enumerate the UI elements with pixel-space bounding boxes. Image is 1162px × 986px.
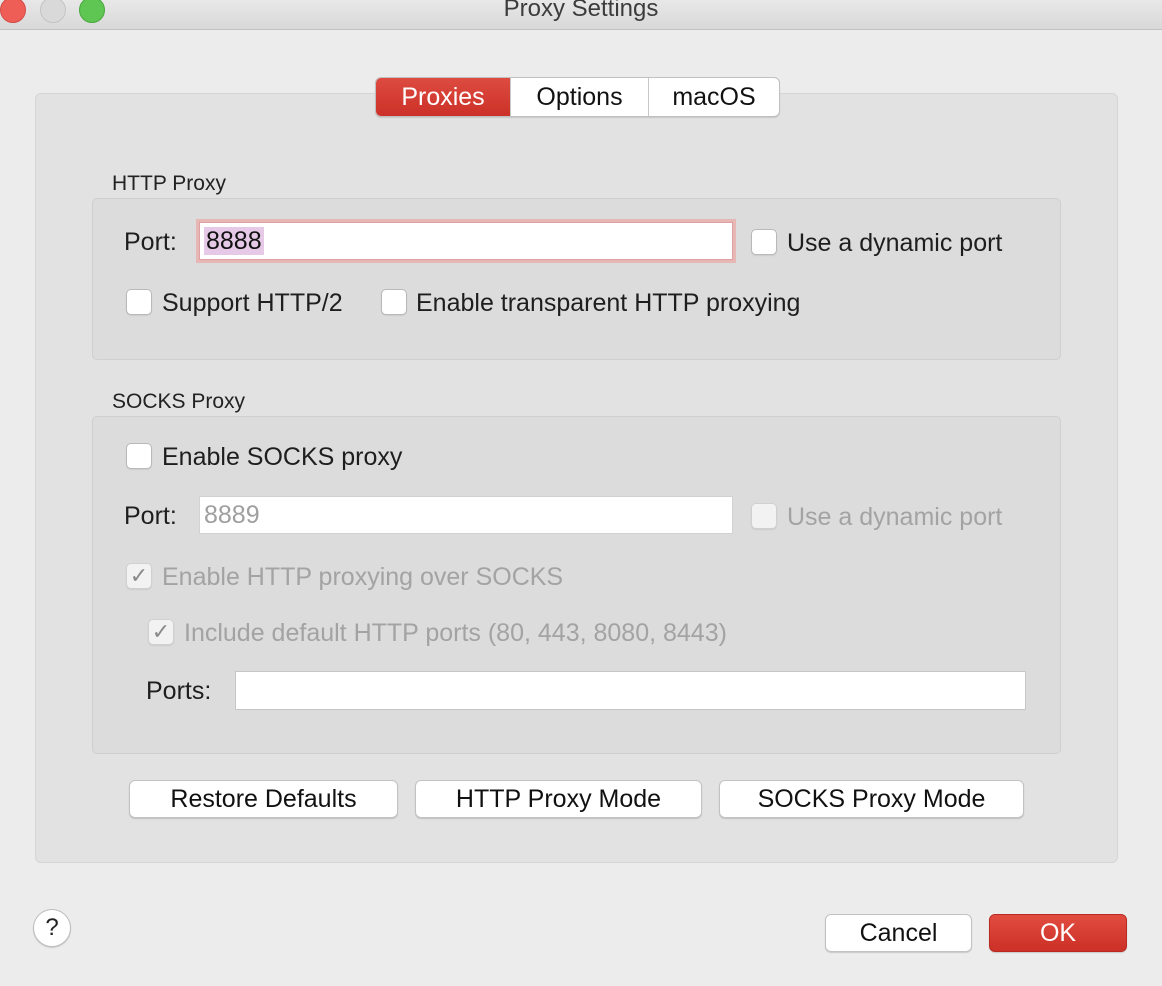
- transparent-proxying-label: Enable transparent HTTP proxying: [416, 289, 801, 317]
- checkmark-icon: ✓: [151, 619, 171, 644]
- enable-socks-label: Enable SOCKS proxy: [162, 443, 403, 471]
- cancel-button[interactable]: Cancel: [825, 914, 972, 952]
- socks-port-field[interactable]: 8889: [199, 496, 733, 534]
- http-port-label: Port:: [124, 228, 177, 256]
- http-dynamic-port-label: Use a dynamic port: [787, 229, 1003, 257]
- http-proxy-group-label: HTTP Proxy: [112, 172, 226, 195]
- socks-proxy-mode-button[interactable]: SOCKS Proxy Mode: [719, 780, 1024, 818]
- window-title: Proxy Settings: [503, 0, 659, 22]
- include-default-ports-checkbox[interactable]: ✓: [148, 619, 174, 645]
- http-port-field[interactable]: 8888: [199, 222, 733, 260]
- http-over-socks-label: Enable HTTP proxying over SOCKS: [162, 563, 564, 591]
- support-http2-label: Support HTTP/2: [162, 289, 343, 317]
- socks-dynamic-port-label: Use a dynamic port: [787, 503, 1003, 531]
- http-dynamic-port-checkbox[interactable]: [751, 229, 777, 255]
- ok-button[interactable]: OK: [989, 914, 1127, 952]
- http-proxy-mode-button[interactable]: HTTP Proxy Mode: [415, 780, 702, 818]
- tab-proxies[interactable]: Proxies: [376, 78, 511, 116]
- socks-port-label: Port:: [124, 502, 177, 530]
- ports-label: Ports:: [146, 677, 212, 705]
- checkmark-icon: ✓: [129, 563, 149, 588]
- enable-socks-checkbox[interactable]: [126, 443, 152, 469]
- include-default-ports-label: Include default HTTP ports (80, 443, 808…: [184, 619, 727, 647]
- ports-field[interactable]: [235, 671, 1026, 710]
- tab-options[interactable]: Options: [511, 78, 649, 116]
- http-port-value: 8888: [204, 227, 264, 255]
- question-mark-icon: ?: [45, 914, 59, 941]
- socks-proxy-group-label: SOCKS Proxy: [112, 390, 246, 413]
- support-http2-checkbox[interactable]: [126, 289, 152, 315]
- tab-macos[interactable]: macOS: [649, 78, 779, 116]
- http-over-socks-checkbox[interactable]: ✓: [126, 563, 152, 589]
- socks-dynamic-port-checkbox[interactable]: [751, 503, 777, 529]
- socks-port-placeholder: 8889: [204, 501, 260, 529]
- help-button[interactable]: ?: [33, 909, 71, 947]
- tab-bar: Proxies Options macOS: [375, 77, 780, 117]
- transparent-proxying-checkbox[interactable]: [381, 289, 407, 315]
- restore-defaults-button[interactable]: Restore Defaults: [129, 780, 398, 818]
- window-titlebar: Proxy Settings: [0, 0, 1162, 30]
